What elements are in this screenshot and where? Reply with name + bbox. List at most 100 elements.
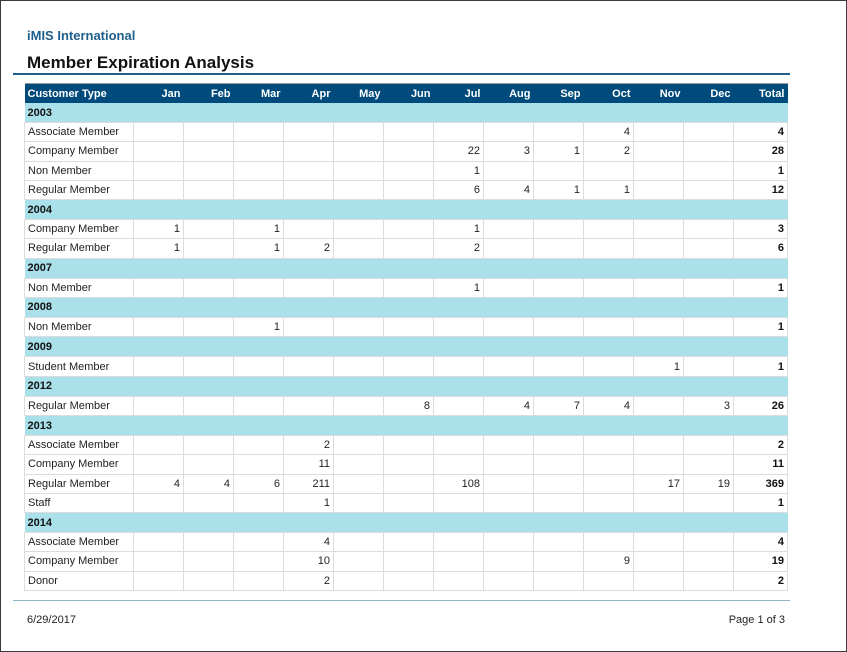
column-header-total: Total	[733, 83, 788, 103]
total-cell: 1	[733, 317, 788, 338]
month-value-cell: 1	[133, 219, 184, 240]
month-value-cell	[133, 317, 184, 338]
month-value-cell	[383, 356, 434, 377]
month-value-cell	[133, 179, 184, 200]
month-value-cell	[133, 492, 184, 513]
month-value-cell: 1	[433, 160, 484, 181]
month-value-cell	[583, 570, 634, 591]
month-value-cell	[233, 551, 284, 572]
report-title: Member Expiration Analysis	[27, 53, 255, 72]
month-value-cell	[333, 160, 384, 181]
month-value-cell	[633, 454, 684, 475]
month-value-cell	[433, 551, 484, 572]
month-value-cell	[633, 435, 684, 456]
month-value-cell	[333, 570, 384, 591]
month-value-cell: 22	[433, 141, 484, 162]
month-value-cell: 3	[683, 395, 734, 417]
table-row: Non Member 1 1	[24, 160, 788, 181]
month-value-cell	[533, 551, 584, 572]
total-cell: 4	[733, 122, 788, 143]
customer-type-cell: Regular Member	[24, 238, 134, 259]
month-value-cell	[633, 179, 684, 200]
customer-type-cell: Non Member	[24, 160, 134, 181]
month-value-cell	[633, 219, 684, 240]
month-value-cell	[333, 551, 384, 572]
month-value-cell	[583, 356, 634, 377]
month-value-cell: 7	[533, 395, 584, 417]
customer-type-cell: Associate Member	[24, 532, 134, 553]
month-value-cell	[183, 356, 234, 377]
month-value-cell	[683, 356, 734, 377]
month-value-cell	[133, 356, 184, 377]
month-value-cell: 6	[233, 473, 284, 494]
month-value-cell: 4	[483, 179, 534, 200]
year-group-row: 2004	[24, 199, 788, 220]
month-value-cell	[383, 570, 434, 591]
month-value-cell	[183, 435, 234, 456]
total-cell: 369	[733, 473, 788, 494]
month-value-cell	[133, 395, 184, 417]
month-value-cell	[183, 551, 234, 572]
month-value-cell	[183, 179, 234, 200]
month-value-cell	[133, 551, 184, 572]
column-header-aug: Aug	[483, 83, 534, 103]
month-value-cell	[183, 238, 234, 259]
month-value-cell	[633, 551, 684, 572]
month-value-cell	[683, 238, 734, 259]
month-value-cell	[283, 395, 334, 417]
month-value-cell	[433, 492, 484, 513]
customer-type-cell: Non Member	[24, 277, 134, 298]
month-value-cell	[183, 277, 234, 298]
month-value-cell	[183, 219, 234, 240]
column-header-sep: Sep	[533, 83, 584, 103]
month-value-cell	[483, 532, 534, 553]
month-value-cell: 3	[483, 141, 534, 162]
month-value-cell	[333, 492, 384, 513]
month-value-cell	[183, 122, 234, 143]
column-header-oct: Oct	[583, 83, 634, 103]
month-value-cell	[683, 179, 734, 200]
month-value-cell	[533, 454, 584, 475]
month-value-cell	[583, 473, 634, 494]
month-value-cell	[333, 532, 384, 553]
month-value-cell	[683, 219, 734, 240]
month-value-cell	[583, 238, 634, 259]
month-value-cell	[133, 435, 184, 456]
month-value-cell	[433, 317, 484, 338]
month-value-cell	[683, 435, 734, 456]
customer-type-cell: Staff	[24, 492, 134, 513]
month-value-cell	[483, 317, 534, 338]
column-header-apr: Apr	[283, 83, 334, 103]
month-value-cell: 4	[583, 122, 634, 143]
month-value-cell	[633, 277, 684, 298]
month-value-cell	[383, 473, 434, 494]
total-cell: 4	[733, 532, 788, 553]
expiration-table: Customer Type Jan Feb Mar Apr May Jun Jul Aug Sep…	[24, 83, 788, 591]
month-value-cell	[383, 179, 434, 200]
month-value-cell	[633, 492, 684, 513]
month-value-cell	[283, 179, 334, 200]
month-value-cell	[483, 160, 534, 181]
month-value-cell	[583, 219, 634, 240]
month-value-cell	[333, 356, 384, 377]
year-group-row: 2007	[24, 258, 788, 279]
customer-type-cell: Associate Member	[24, 435, 134, 456]
month-value-cell	[683, 532, 734, 553]
month-value-cell	[383, 141, 434, 162]
month-value-cell	[583, 277, 634, 298]
month-value-cell	[333, 219, 384, 240]
month-value-cell: 2	[283, 238, 334, 259]
month-value-cell	[233, 141, 284, 162]
month-value-cell	[233, 160, 284, 181]
table-row: Associate Member 4 4	[24, 122, 788, 143]
month-value-cell	[333, 317, 384, 338]
column-header-customer-type: Customer Type	[24, 83, 134, 103]
table-row: Non Member 1 1	[24, 317, 788, 338]
year-label: 2012	[24, 376, 788, 397]
month-value-cell	[233, 395, 284, 417]
month-value-cell: 4	[283, 532, 334, 553]
footer-divider	[13, 600, 790, 601]
year-label: 2014	[24, 512, 788, 533]
month-value-cell	[583, 454, 634, 475]
month-value-cell	[433, 454, 484, 475]
